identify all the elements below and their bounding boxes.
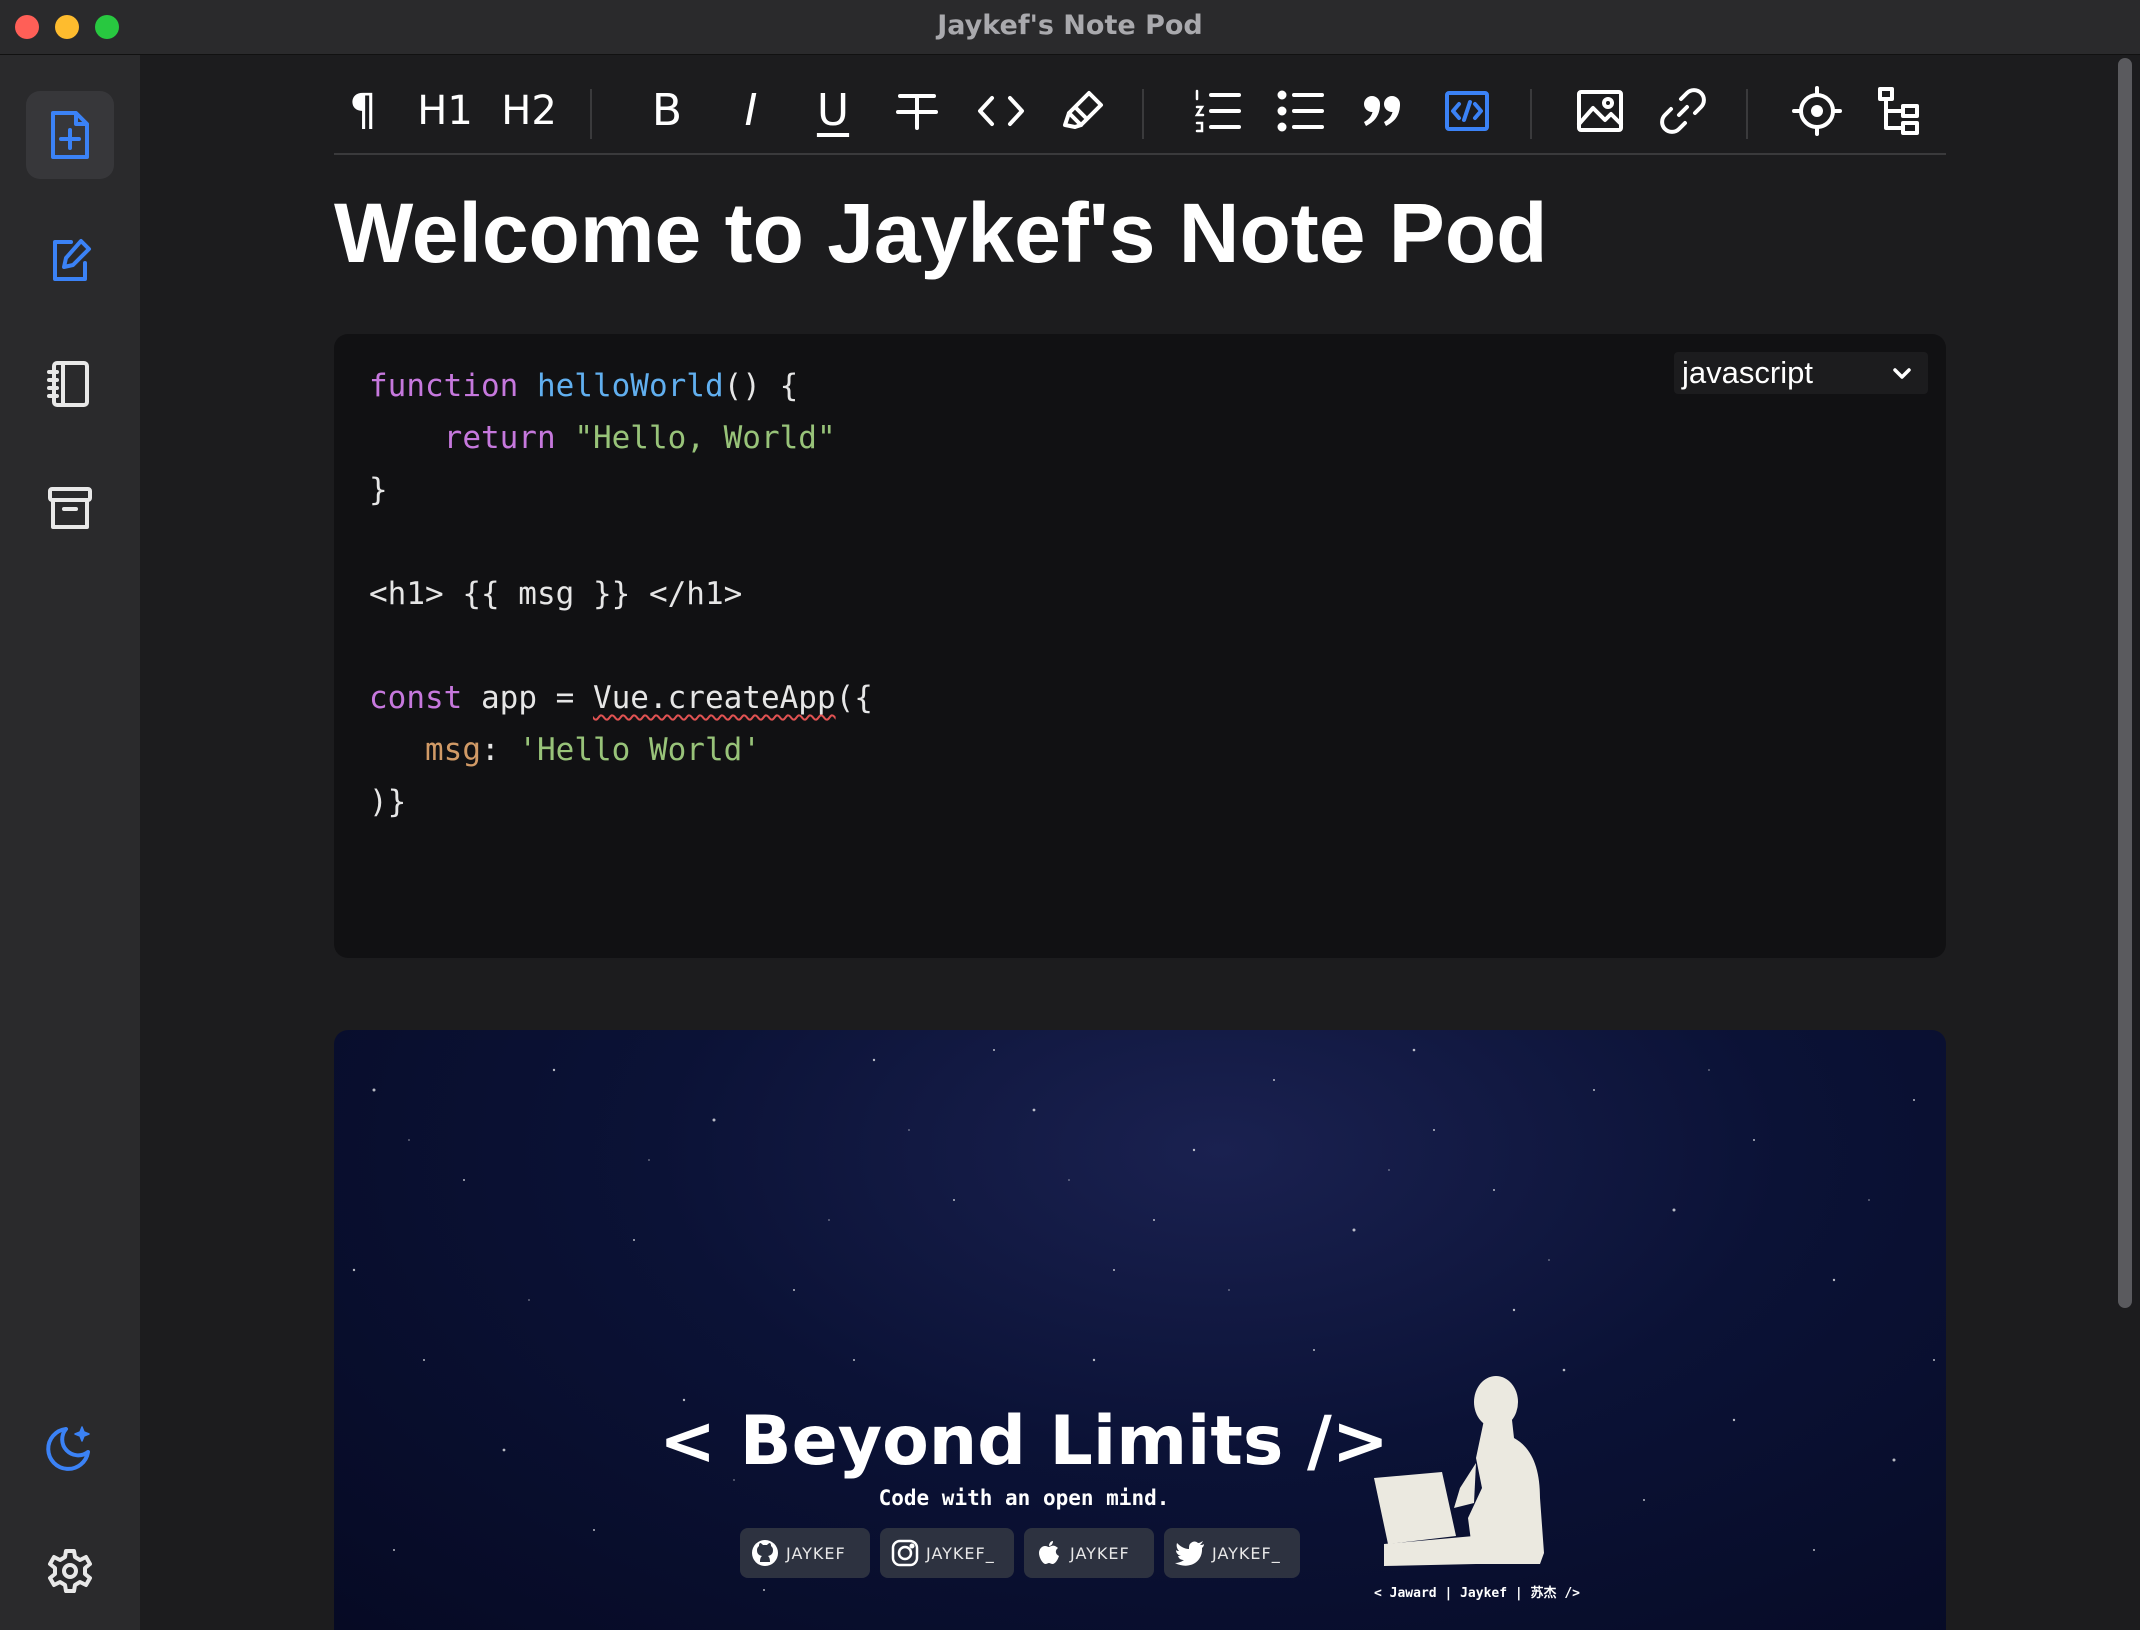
insert-link-button[interactable] [1654,82,1712,140]
code-line: return "Hello, World" [443,420,836,456]
outline-tree-icon [1878,87,1919,135]
code-line: } [369,472,388,508]
language-select-value: javascript [1682,355,1813,390]
code-block[interactable]: javascript function helloWorld() { retur… [334,334,1946,958]
code-block-button[interactable] [1438,82,1496,140]
quote-icon [1364,96,1400,126]
outline-button[interactable] [1871,82,1929,140]
theme-toggle-button[interactable] [26,1403,114,1491]
strikethrough-icon [896,94,938,130]
social-badge-instagram: JAYKEF_ [880,1528,1014,1578]
twitter-icon [1175,1541,1204,1566]
code-block-icon [1445,91,1489,131]
sidebar [0,55,140,1630]
moon-icon [46,1426,90,1471]
instagram-icon [891,1539,919,1567]
person-with-laptop-silhouette [1374,1376,1544,1566]
note-title[interactable]: Welcome to Jaykef's Note Pod [334,185,1547,282]
social-label: JAYKEF_ [1212,1543,1281,1563]
bold-button[interactable]: B [638,82,696,140]
bullet-list-button[interactable] [1272,82,1330,140]
vertical-scrollbar[interactable] [2118,58,2132,1308]
heading1-icon: H1 [417,88,473,134]
code-line: )} [369,784,407,820]
sidebar-archive[interactable] [26,464,114,552]
sidebar-edit-notes[interactable] [26,216,114,304]
editor-area: ¶ H1 H2 B I U Welcome to Jaykef's Note P… [140,55,2140,1630]
highlighter-icon [1063,91,1103,129]
title-bar: Jaykef's Note Pod [0,0,2140,55]
inline-code-button[interactable] [972,82,1030,140]
social-label: JAYKEF [786,1543,846,1563]
heading1-button[interactable]: H1 [416,82,474,140]
formatting-toolbar: ¶ H1 H2 B I U [334,65,1946,155]
spellcheck-error: Vue.createApp [592,680,836,716]
heading2-icon: H2 [501,88,557,134]
toolbar-divider [1142,89,1144,139]
social-badge-apple: JAYKEF [1024,1528,1154,1578]
embedded-banner-image: < Beyond Limits /> Code with an open min… [334,1030,1946,1630]
link-icon [1660,88,1706,134]
crosshair-icon [1792,86,1842,136]
toolbar-divider [1746,89,1748,139]
sidebar-new-note[interactable] [26,91,114,179]
social-badge-twitter: JAYKEF_ [1164,1528,1300,1578]
italic-button[interactable]: I [722,82,780,140]
archive-icon [48,487,92,529]
social-label: JAYKEF [1070,1543,1130,1563]
paragraph-icon: ¶ [349,85,377,136]
toolbar-divider [590,89,592,139]
code-line: const app = Vue.createApp({ [369,680,873,716]
underline-button[interactable]: U [804,82,862,140]
settings-icon [48,1549,92,1593]
banner-caption: < Jaward | Jaykef | 苏杰 /> [1374,1586,1581,1601]
edit-note-icon [53,239,91,281]
image-icon [1577,90,1623,132]
language-select[interactable]: javascript [1674,352,1928,394]
insert-image-button[interactable] [1571,82,1629,140]
toolbar-divider [1530,89,1532,139]
strikethrough-button[interactable] [888,82,946,140]
sidebar-notebooks[interactable] [26,340,114,428]
ordered-list-icon [1194,89,1241,133]
chevron-down-icon [1893,368,1911,379]
ordered-list-button[interactable] [1189,82,1247,140]
new-note-icon [51,111,89,159]
social-badge-github: JAYKEF [740,1528,870,1578]
github-icon [752,1540,778,1566]
bold-icon: B [651,85,683,136]
code-line: <h1> {{ msg }} </h1> [369,576,743,612]
code-content[interactable]: function helloWorld() { return "Hello, W… [369,360,873,828]
apple-icon [1039,1541,1059,1564]
settings-button[interactable] [26,1527,114,1615]
code-icon [978,96,1024,126]
bullet-list-icon [1277,90,1324,132]
window-title: Jaykef's Note Pod [937,10,1203,41]
heading2-button[interactable]: H2 [500,82,558,140]
focus-button[interactable] [1788,82,1846,140]
highlight-button[interactable] [1054,82,1112,140]
paragraph-button[interactable]: ¶ [334,82,392,140]
notebook-icon [47,361,89,407]
italic-icon: I [744,85,758,136]
underline-icon: U [816,85,850,136]
social-label: JAYKEF_ [926,1543,995,1563]
blockquote-button[interactable] [1354,82,1412,140]
code-line: msg: 'Hello World' [425,732,761,768]
code-line: function helloWorld() { [369,368,799,404]
